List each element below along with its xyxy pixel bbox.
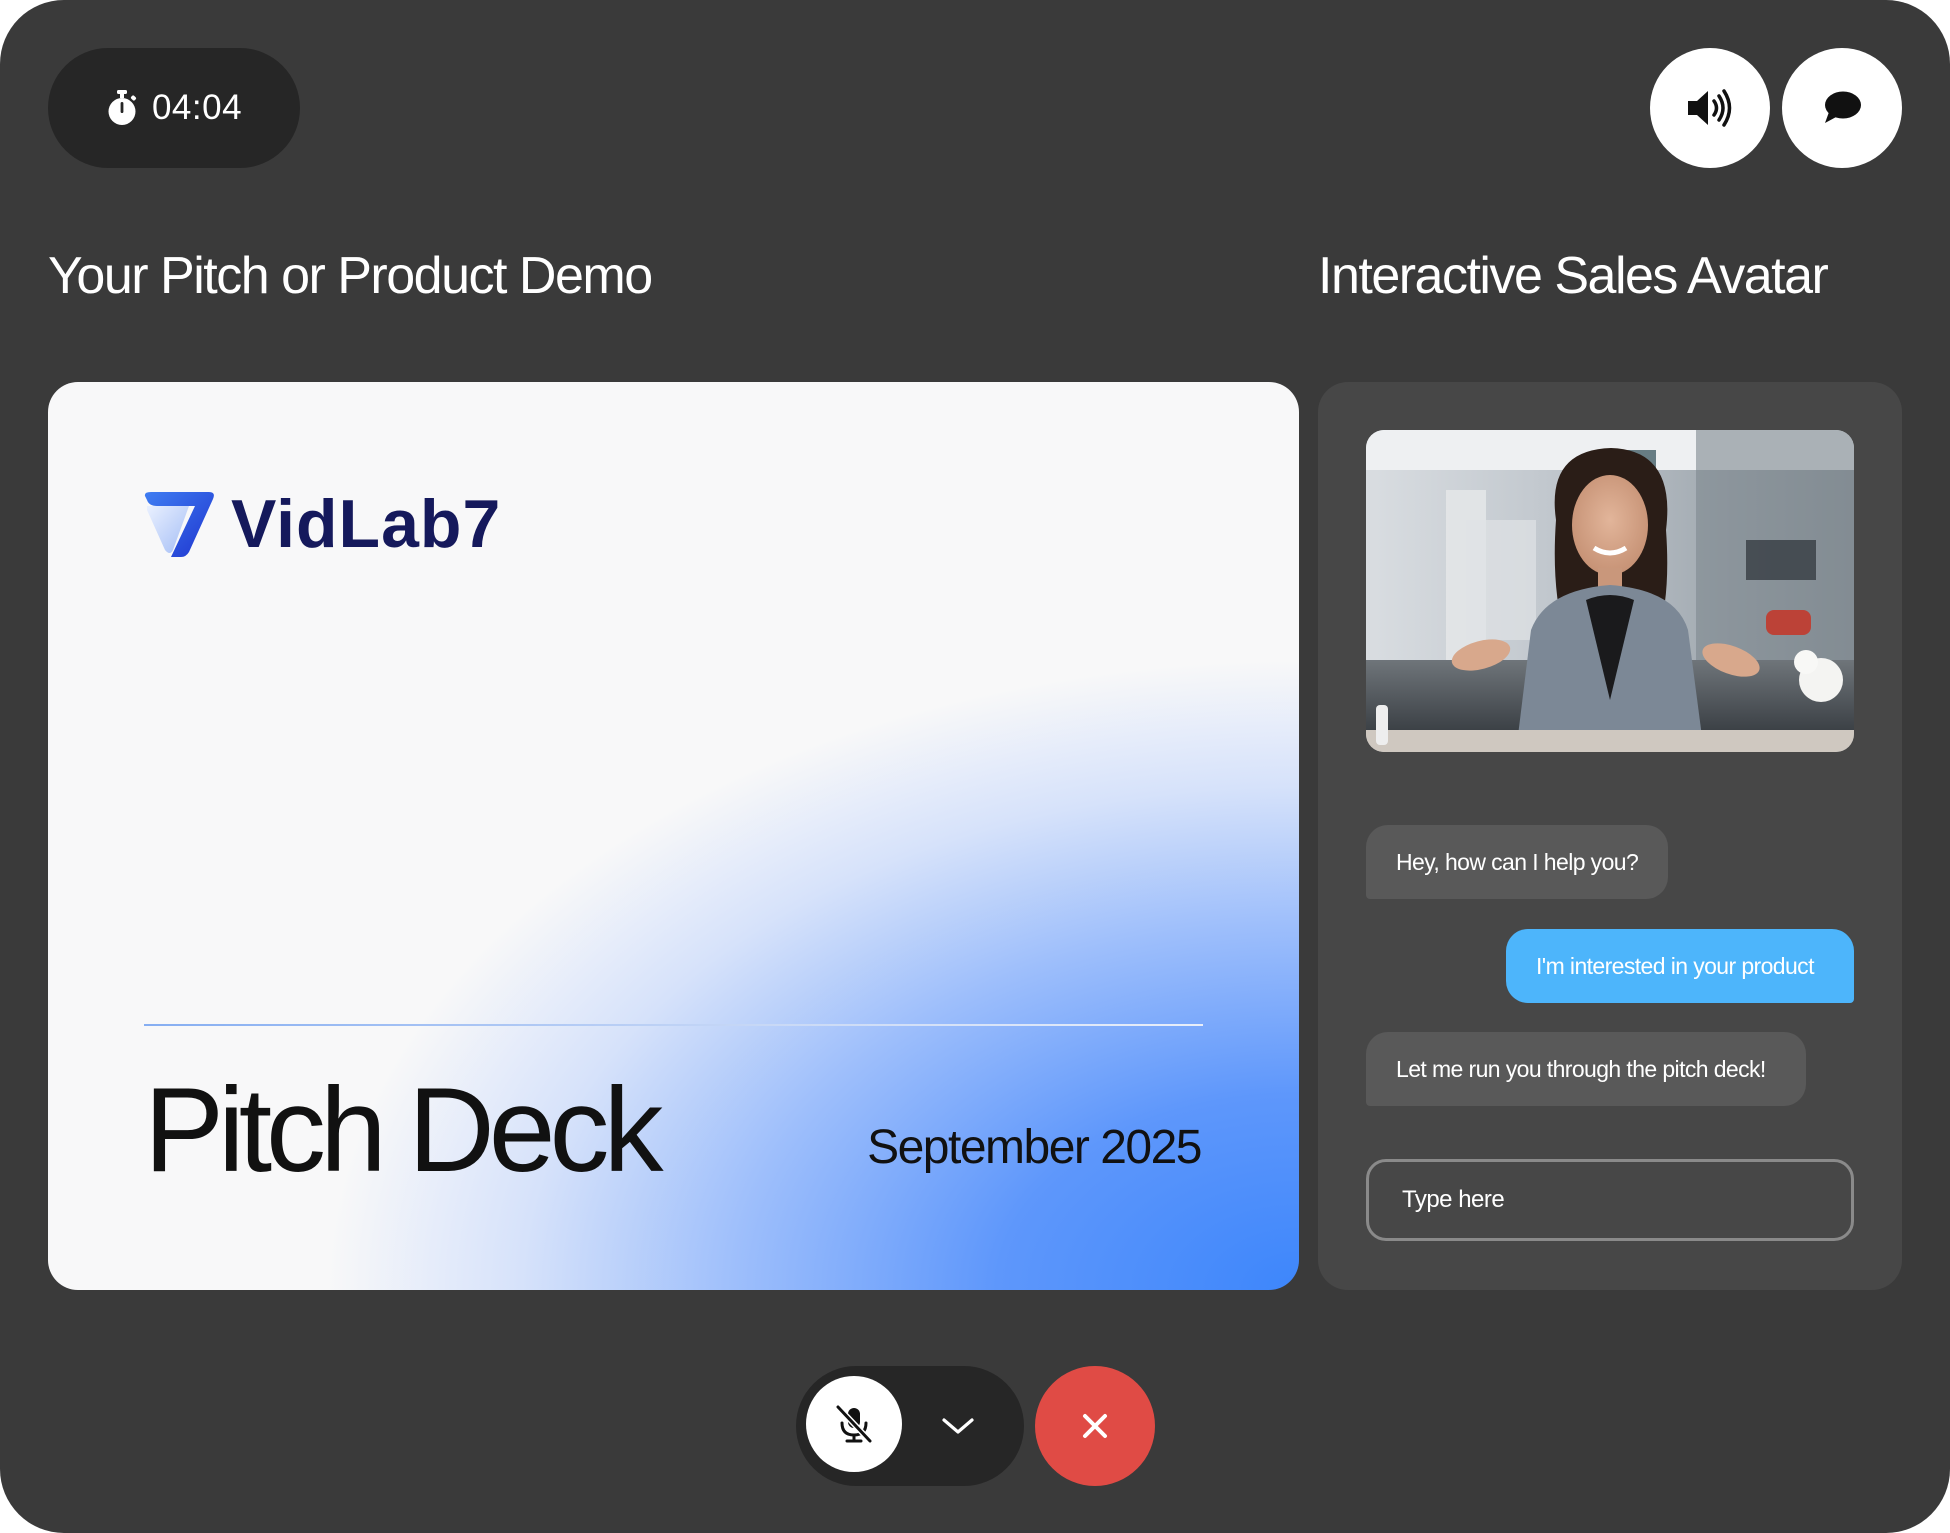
volume-button[interactable] (1650, 48, 1770, 168)
chat-bubble-icon (1825, 91, 1861, 123)
mic-options-button[interactable] (934, 1402, 982, 1450)
pitch-deck-slide: VidLab7 Pitch Deck September 2025 (48, 382, 1299, 1290)
avatar-video-feed (1366, 430, 1854, 752)
call-window: 04:04 Your Pitch or Product Demo Interac… (0, 0, 1950, 1533)
avatar-message: Let me run you through the pitch deck! (1366, 1032, 1806, 1106)
close-icon (1083, 1414, 1107, 1438)
vidlab-logo-icon (144, 492, 214, 557)
brand-logo: VidLab7 (143, 485, 501, 563)
user-message: I'm interested in your product (1506, 929, 1854, 1003)
avatar-heading: Interactive Sales Avatar (1318, 247, 1829, 305)
volume-icon (1688, 89, 1732, 127)
slide-date: September 2025 (867, 1121, 1202, 1174)
stopwatch-icon (108, 90, 137, 125)
brand-name: VidLab7 (231, 486, 502, 562)
microphone-controls (796, 1366, 1024, 1486)
end-call-button[interactable] (1035, 1366, 1155, 1486)
demo-heading: Your Pitch or Product Demo (48, 247, 653, 305)
timer-value: 04:04 (151, 88, 243, 127)
slide-title: Pitch Deck (144, 1063, 664, 1197)
slide-divider (144, 1024, 1203, 1026)
chat-input[interactable] (1366, 1159, 1854, 1241)
avatar-panel: Hey, how can I help you? I'm interested … (1318, 382, 1902, 1290)
mic-muted-icon (835, 1404, 873, 1444)
mute-toggle-button[interactable] (806, 1376, 902, 1472)
chat-toggle-button[interactable] (1782, 48, 1902, 168)
call-timer: 04:04 (48, 48, 300, 168)
avatar-message: Hey, how can I help you? (1366, 825, 1668, 899)
chevron-down-icon (942, 1418, 974, 1434)
